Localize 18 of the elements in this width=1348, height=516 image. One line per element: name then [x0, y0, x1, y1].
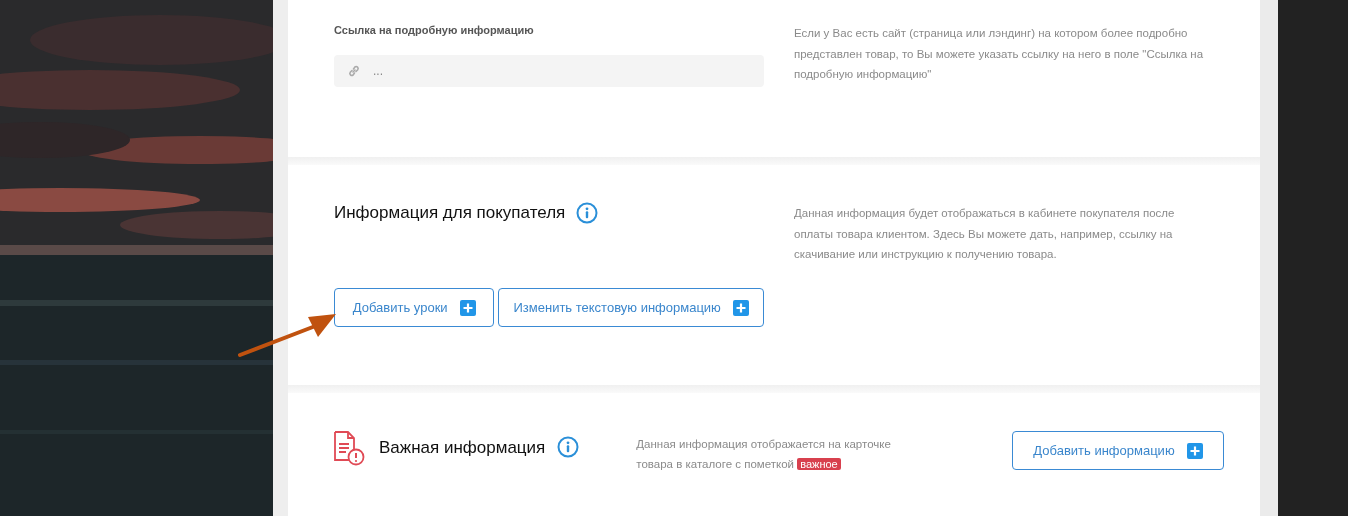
field-label: Ссылка на подробную информацию [334, 24, 535, 36]
hint-text: Данная информация отображается на карточке товара в каталоге с пометкой важное [636, 437, 892, 472]
plus-icon [459, 299, 476, 316]
link-icon [347, 64, 361, 78]
link-field[interactable]: ... [334, 55, 764, 87]
plus-icon [732, 299, 749, 316]
plus-icon [1186, 442, 1203, 459]
section-title: Важная информация [379, 438, 546, 458]
document-warning-icon [333, 430, 365, 466]
add-button[interactable]: Добавить уроки [334, 288, 495, 327]
important-tag: важное [797, 458, 841, 470]
hint-text: Данная информация будет отображаться в кабинете покупателя после оплаты товара клиентом. Здесь Вы можете дать, например, ссылку на скачивание или инструкцию к получению товара. [794, 206, 1176, 262]
add-button[interactable]: Изменить текстовую информацию [498, 288, 764, 327]
section-title: Информация для покупателя [334, 203, 566, 223]
hint-text: Если у Вас есть сайт (страница или лэндинг) на котором более подробно представлен товар, то Вы можете указать ссылку на него в поле "Ссылка на подробную информацию" [794, 26, 1204, 82]
info-icon[interactable] [576, 202, 599, 224]
info-icon[interactable] [557, 436, 580, 458]
add-info-button[interactable]: Добавить информацию [1012, 431, 1224, 470]
